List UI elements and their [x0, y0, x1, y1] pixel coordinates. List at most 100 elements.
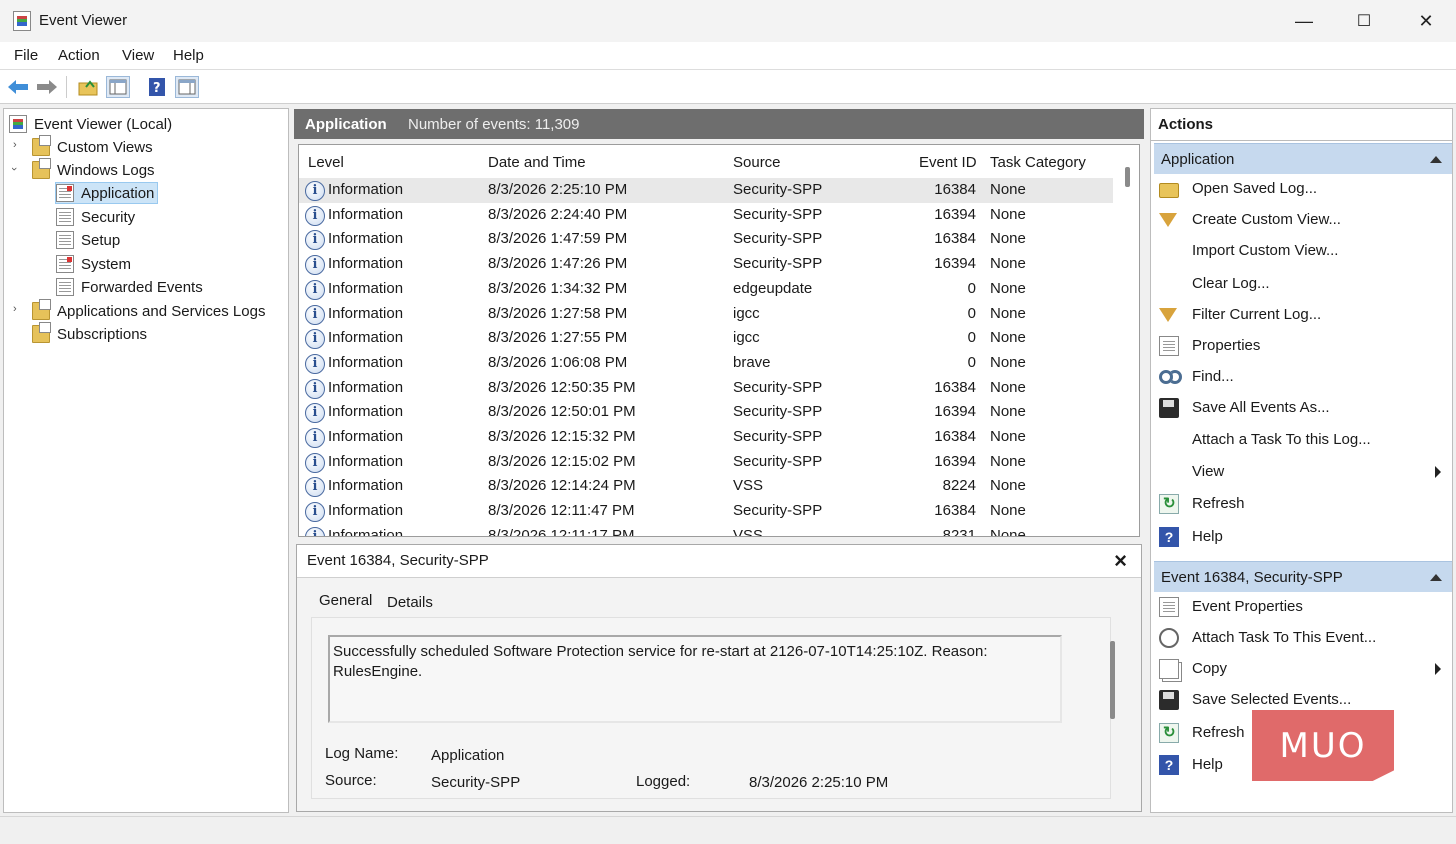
- column-level[interactable]: Level: [308, 154, 344, 171]
- chevron-right-icon[interactable]: ›: [13, 139, 17, 151]
- event-viewer-icon: [13, 11, 31, 31]
- menu-view[interactable]: View: [122, 47, 154, 64]
- column-event-id[interactable]: Event ID: [919, 154, 977, 171]
- actions-section-label: Event 16384, Security-SPP: [1161, 568, 1343, 586]
- tree-log-system[interactable]: System: [56, 253, 131, 275]
- column-task-category[interactable]: Task Category: [990, 154, 1086, 171]
- actions-pane: Actions Application Open Saved Log... Cre…: [1150, 108, 1453, 813]
- event-properties-icon: [1159, 597, 1179, 617]
- table-row[interactable]: i Information 8/3/2026 1:06:08 PM brave 0 Non…: [299, 351, 1113, 376]
- table-row[interactable]: i Information 8/3/2026 12:15:02 PM Security…: [299, 450, 1113, 475]
- up-folder-icon[interactable]: [76, 76, 100, 98]
- message-scrollbar[interactable]: [1110, 641, 1115, 719]
- action-label: Find...: [1192, 368, 1234, 385]
- table-row[interactable]: i Information 8/3/2026 2:25:10 PM Security-…: [299, 178, 1113, 203]
- find-icon: [1159, 370, 1173, 384]
- tree-log-application[interactable]: Application: [55, 182, 159, 204]
- action-item[interactable]: Refresh: [1157, 490, 1447, 518]
- tree-custom-views-label: Custom Views: [57, 138, 153, 156]
- copy-icon: [1159, 659, 1179, 679]
- cell-source: Security-SPP: [733, 378, 823, 396]
- show-hide-console-tree-icon[interactable]: [106, 76, 130, 98]
- table-row[interactable]: i Information 8/3/2026 1:47:26 PM Security-…: [299, 252, 1113, 277]
- action-item[interactable]: Import Custom View...: [1157, 237, 1447, 265]
- tree-root-label: Event Viewer (Local): [34, 115, 173, 133]
- tree-subscriptions[interactable]: Subscriptions: [32, 322, 148, 345]
- cell-level: Information: [328, 428, 404, 445]
- actions-section-event[interactable]: Event 16384, Security-SPP: [1154, 561, 1452, 592]
- table-row[interactable]: i Information 8/3/2026 12:50:35 PM Security…: [299, 376, 1113, 401]
- forward-arrow-icon[interactable]: [35, 76, 59, 98]
- tree-subscriptions-label: Subscriptions: [57, 325, 148, 343]
- close-detail-button[interactable]: ×: [1114, 548, 1127, 574]
- cell-source: Security-SPP: [733, 403, 823, 421]
- table-row[interactable]: i Information 8/3/2026 1:47:59 PM Security-…: [299, 227, 1113, 252]
- cell-source: Security-SPP: [733, 205, 823, 223]
- menu-file[interactable]: File: [14, 47, 38, 64]
- tree-log-security[interactable]: Security: [56, 206, 135, 228]
- action-item[interactable]: Attach Task To This Event...: [1157, 624, 1447, 652]
- action-item[interactable]: Open Saved Log...: [1157, 175, 1447, 203]
- back-arrow-icon[interactable]: [6, 76, 30, 98]
- action-item[interactable]: Attach a Task To this Log...: [1157, 426, 1447, 454]
- action-item[interactable]: View: [1157, 458, 1447, 486]
- action-item[interactable]: Save All Events As...: [1157, 394, 1447, 422]
- watermark-logo: MUO: [1252, 710, 1394, 781]
- action-item[interactable]: Save Selected Events...: [1157, 686, 1447, 714]
- minimize-button[interactable]: —: [1274, 0, 1334, 42]
- table-row[interactable]: i Information 8/3/2026 1:27:55 PM igcc 0 None: [299, 326, 1113, 351]
- log-icon: [56, 231, 74, 249]
- actions-title: Actions: [1151, 109, 1452, 141]
- close-button[interactable]: ✕: [1396, 0, 1456, 42]
- tab-general[interactable]: General: [319, 592, 372, 609]
- action-item[interactable]: Properties: [1157, 332, 1447, 360]
- event-message[interactable]: Successfully scheduled Software Protecti…: [328, 635, 1062, 723]
- tree-log-forwarded-events[interactable]: Forwarded Events: [56, 276, 203, 298]
- event-detail-pane: Event 16384, Security-SPP × General Deta…: [296, 544, 1142, 812]
- menu-action[interactable]: Action: [58, 47, 100, 64]
- cell-level: Information: [328, 304, 404, 322]
- tree-log-setup[interactable]: Setup: [56, 229, 120, 251]
- action-item[interactable]: Clear Log...: [1157, 270, 1447, 298]
- cell-date-time: 8/3/2026 1:47:26 PM: [488, 255, 628, 273]
- table-row[interactable]: i Information 8/3/2026 12:14:24 PM VSS 8224 N…: [299, 474, 1113, 499]
- actions-section-application[interactable]: Application: [1154, 143, 1452, 174]
- maximize-button[interactable]: ☐: [1334, 0, 1394, 42]
- table-row[interactable]: i Information 8/3/2026 12:11:47 PM Security…: [299, 499, 1113, 524]
- menu-help[interactable]: Help: [173, 47, 204, 64]
- tree-custom-views[interactable]: Custom Views: [32, 135, 153, 158]
- information-icon: i: [305, 452, 325, 473]
- cell-task-category: None: [990, 230, 1026, 248]
- tab-details[interactable]: Details: [387, 594, 433, 611]
- information-icon: i: [305, 181, 325, 201]
- table-row[interactable]: i Information 8/3/2026 1:27:58 PM igcc 0 None: [299, 302, 1113, 327]
- chevron-right-icon[interactable]: ›: [13, 303, 17, 315]
- action-item[interactable]: Copy: [1157, 655, 1447, 683]
- table-row[interactable]: i Information 8/3/2026 12:11:17 PM VSS 8231 N…: [299, 524, 1113, 536]
- show-hide-action-pane-icon[interactable]: [175, 76, 199, 98]
- table-row[interactable]: i Information 8/3/2026 12:15:32 PM Security…: [299, 425, 1113, 450]
- action-item[interactable]: Find...: [1157, 363, 1447, 391]
- column-source[interactable]: Source: [733, 154, 781, 171]
- action-item[interactable]: Create Custom View...: [1157, 206, 1447, 234]
- scrollbar-thumb[interactable]: [1125, 167, 1130, 187]
- help-icon[interactable]: ?: [145, 76, 169, 98]
- cell-task-category: None: [990, 181, 1026, 198]
- column-date-time[interactable]: Date and Time: [488, 154, 586, 171]
- cell-task-category: None: [990, 279, 1026, 297]
- cell-level: Information: [328, 502, 404, 520]
- table-row[interactable]: i Information 8/3/2026 1:34:32 PM edgeupdat…: [299, 277, 1113, 302]
- tree-root[interactable]: Event Viewer (Local): [9, 113, 172, 135]
- collapse-icon[interactable]: [1430, 574, 1442, 581]
- table-row[interactable]: i Information 8/3/2026 2:24:40 PM Security-…: [299, 203, 1113, 228]
- log-header: Application Number of events: 11,309: [294, 109, 1144, 139]
- action-item[interactable]: ? Help: [1157, 523, 1447, 551]
- chevron-down-icon[interactable]: ›: [8, 167, 20, 171]
- action-item[interactable]: Event Properties: [1157, 593, 1447, 621]
- cell-level: Information: [328, 353, 404, 371]
- tree-app-services-logs[interactable]: Applications and Services Logs: [32, 299, 265, 322]
- collapse-icon[interactable]: [1430, 156, 1442, 163]
- table-row[interactable]: i Information 8/3/2026 12:50:01 PM Security…: [299, 400, 1113, 425]
- action-item[interactable]: Filter Current Log...: [1157, 301, 1447, 329]
- tree-windows-logs[interactable]: Windows Logs: [32, 158, 155, 181]
